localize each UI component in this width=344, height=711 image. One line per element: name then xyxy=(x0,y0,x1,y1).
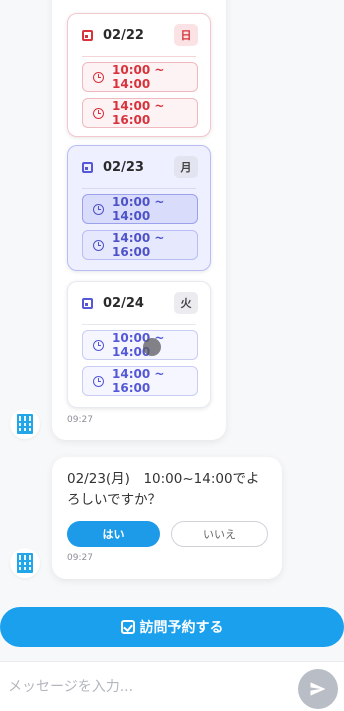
clock-icon xyxy=(93,375,104,387)
time-slot-button[interactable]: 14:00 ~ 16:00 xyxy=(82,230,198,260)
day-date: 02/22 xyxy=(103,27,144,43)
confirm-message: 02/23(月) 10:00~14:00でよろしいですか？ xyxy=(67,471,260,508)
day-block-sunday: 02/22 日 10:00 ~ 14:00 14:00 ~ 16:00 xyxy=(67,13,211,137)
time-slot-label: 14:00 ~ 16:00 xyxy=(112,231,165,259)
time-slot-button[interactable]: 10:00 ~ 14:00 xyxy=(82,330,198,360)
time-slot-button[interactable]: 10:00 ~ 14:00 xyxy=(82,62,198,92)
calendar-icon xyxy=(82,29,93,41)
confirm-card: 02/23(月) 10:00~14:00でよろしいですか？ はい いいえ 09:… xyxy=(52,457,282,579)
clock-icon xyxy=(93,203,104,215)
day-date: 02/24 xyxy=(103,295,144,311)
chat-scroll-area[interactable]: 02/22 日 10:00 ~ 14:00 14:00 ~ 16:00 02/2… xyxy=(0,0,344,600)
clock-icon xyxy=(93,239,104,251)
message-timestamp: 09:27 xyxy=(67,553,93,563)
time-slot-label: 10:00 ~ 14:00 xyxy=(112,63,165,91)
calendar-check-icon xyxy=(120,620,135,634)
send-button[interactable] xyxy=(298,669,338,709)
composer-bar xyxy=(0,661,344,711)
time-slot-button-selected[interactable]: 10:00 ~ 14:00 xyxy=(82,194,198,224)
building-icon xyxy=(17,414,33,434)
time-slot-button[interactable]: 14:00 ~ 16:00 xyxy=(82,366,198,396)
divider xyxy=(82,324,196,325)
calendar-icon xyxy=(82,161,93,173)
calendar-icon xyxy=(82,297,93,309)
day-date: 02/23 xyxy=(103,159,144,175)
time-slot-label: 10:00 ~ 14:00 xyxy=(112,195,165,223)
day-header: 02/23 月 xyxy=(68,146,210,188)
visit-reservation-label: 訪問予約する xyxy=(139,619,224,635)
weekday-badge: 月 xyxy=(174,156,198,178)
day-block-tuesday: 02/24 火 10:00 ~ 14:00 14:00 ~ 16:00 xyxy=(67,281,211,408)
message-timestamp: 09:27 xyxy=(67,415,93,425)
yes-button[interactable]: はい xyxy=(67,521,160,547)
time-slot-label: 14:00 ~ 16:00 xyxy=(112,99,165,127)
clock-icon xyxy=(93,71,104,83)
visit-reservation-button[interactable]: 訪問予約する xyxy=(0,607,344,647)
message-input[interactable] xyxy=(8,672,288,702)
day-block-monday: 02/23 月 10:00 ~ 14:00 14:00 ~ 16:00 xyxy=(67,145,211,271)
time-slot-label: 14:00 ~ 16:00 xyxy=(112,367,165,395)
day-header: 02/22 日 xyxy=(68,14,210,56)
time-slot-button[interactable]: 14:00 ~ 16:00 xyxy=(82,98,198,128)
bot-avatar xyxy=(10,548,40,578)
touch-cursor xyxy=(143,338,161,356)
weekday-badge: 火 xyxy=(174,292,198,314)
divider xyxy=(82,188,196,189)
clock-icon xyxy=(93,107,104,119)
clock-icon xyxy=(93,339,104,351)
no-button[interactable]: いいえ xyxy=(171,521,268,547)
schedule-card: 02/22 日 10:00 ~ 14:00 14:00 ~ 16:00 02/2… xyxy=(52,0,226,440)
divider xyxy=(82,56,196,57)
weekday-badge: 日 xyxy=(174,24,198,46)
bot-avatar xyxy=(10,409,40,439)
send-icon xyxy=(310,682,326,696)
day-header: 02/24 火 xyxy=(68,282,210,324)
building-icon xyxy=(17,553,33,573)
